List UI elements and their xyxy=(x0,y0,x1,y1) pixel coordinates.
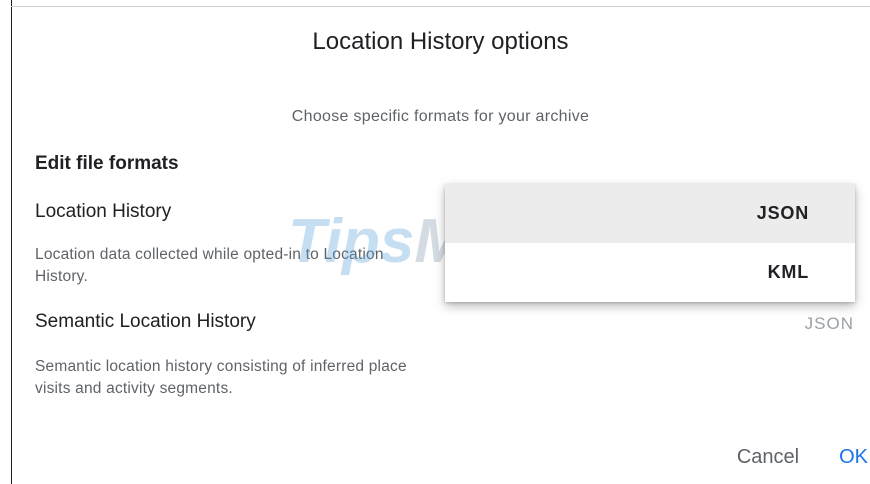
section-heading: Edit file formats xyxy=(35,153,179,174)
dialog-title: Location History options xyxy=(312,28,569,55)
cancel-button[interactable]: Cancel xyxy=(737,446,799,469)
dialog-subtitle: Choose specific formats for your archive xyxy=(291,108,590,125)
dialog-actions: Cancel OK xyxy=(737,446,870,469)
format-dropdown-menu: JSON KML xyxy=(445,184,855,302)
location-history-options-dialog: Location History options Choose specific… xyxy=(0,0,870,484)
format-option-kml[interactable]: KML xyxy=(445,243,855,302)
row-title-semantic-location-history: Semantic Location History xyxy=(35,311,256,332)
dialog-left-border xyxy=(11,0,12,484)
row-title-location-history: Location History xyxy=(35,201,172,222)
dialog-top-border xyxy=(11,6,870,7)
ok-button[interactable]: OK xyxy=(839,446,868,469)
semantic-format-select[interactable]: JSON xyxy=(805,314,854,334)
row-desc-semantic-location-history: Semantic location history consisting of … xyxy=(35,358,407,397)
row-desc-location-history: Location data collected while opted-in t… xyxy=(35,246,384,285)
format-option-json[interactable]: JSON xyxy=(445,184,855,243)
